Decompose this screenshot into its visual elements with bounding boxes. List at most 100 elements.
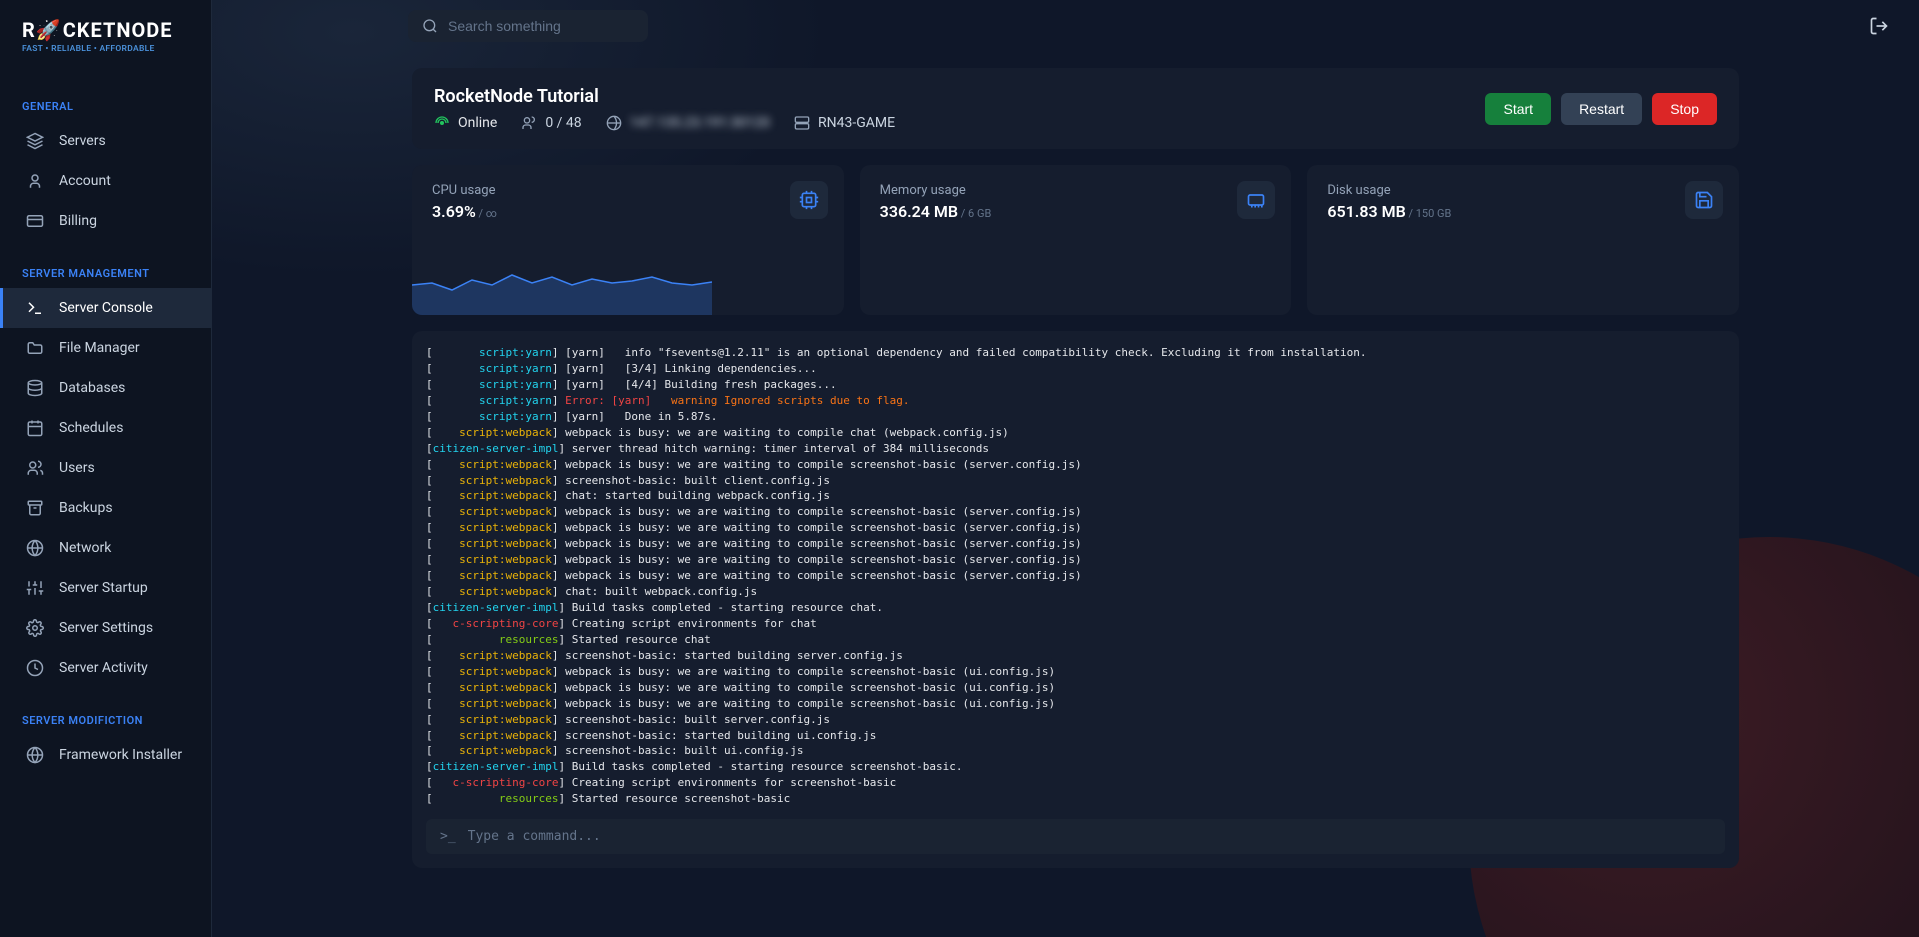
archive-icon [25, 498, 45, 518]
signal-icon [434, 115, 450, 131]
main: RocketNode Tutorial Online 0 / 48 147.13… [212, 0, 1919, 937]
console-input-wrap[interactable]: >_ [426, 819, 1725, 854]
console-line: [ c-scripting-core] Creating script envi… [426, 775, 1725, 791]
nav-heading-mgmt: SERVER MANAGEMENT [0, 259, 211, 288]
stat-value: 3.69% / ∞ [432, 202, 824, 221]
console-line: [ script:webpack] webpack is busy: we ar… [426, 696, 1725, 712]
console-line: [ script:webpack] webpack is busy: we ar… [426, 552, 1725, 568]
users-icon [521, 115, 537, 131]
console-line: [ script:webpack] webpack is busy: we ar… [426, 504, 1725, 520]
logout-button[interactable] [1863, 10, 1895, 42]
nav-label: File Manager [59, 340, 140, 356]
nav-label: Servers [59, 133, 106, 149]
console-output: [ script:yarn] [yarn] info "fsevents@1.2… [426, 345, 1725, 807]
search-box[interactable] [408, 10, 648, 42]
nav-label: Server Startup [59, 580, 148, 596]
console-card: [ script:yarn] [yarn] info "fsevents@1.2… [412, 331, 1739, 868]
database-icon [25, 378, 45, 398]
nav-label: Billing [59, 213, 97, 229]
package-icon [25, 745, 45, 765]
console-line: [ script:webpack] webpack is busy: we ar… [426, 520, 1725, 536]
sidebar-item-console[interactable]: Server Console [0, 288, 211, 328]
status-badge: Online [434, 115, 497, 131]
user-icon [25, 171, 45, 191]
sidebar-item-users[interactable]: Users [0, 448, 211, 488]
cpu-sparkline [412, 235, 712, 315]
console-line: [ resources] Started resource chat [426, 632, 1725, 648]
nav-label: Framework Installer [59, 747, 182, 763]
ip-address: 147.135.23.191:30120 [606, 115, 770, 131]
nav-label: Users [59, 460, 95, 476]
activity-icon [25, 658, 45, 678]
credit-card-icon [25, 211, 45, 231]
stat-label: Disk usage [1327, 183, 1719, 198]
players-count: 0 / 48 [521, 115, 581, 131]
sidebar-item-account[interactable]: Account [0, 161, 211, 201]
server-title: RocketNode Tutorial [434, 86, 1461, 107]
console-line: [ script:yarn] Error: [yarn] warning Ign… [426, 393, 1725, 409]
topbar [212, 0, 1919, 52]
content: RocketNode Tutorial Online 0 / 48 147.13… [212, 52, 1919, 937]
sidebar-item-network[interactable]: Network [0, 528, 211, 568]
nav-heading-mod: SERVER MODIFICTION [0, 706, 211, 735]
sidebar-item-settings[interactable]: Server Settings [0, 608, 211, 648]
sidebar-item-files[interactable]: File Manager [0, 328, 211, 368]
stat-value: 336.24 MB / 6 GB [880, 202, 1272, 221]
nav-label: Server Settings [59, 620, 153, 636]
stat-label: Memory usage [880, 183, 1272, 198]
console-line: [ script:webpack] webpack is busy: we ar… [426, 457, 1725, 473]
sidebar-item-activity[interactable]: Server Activity [0, 648, 211, 688]
console-line: [ script:webpack] chat: started building… [426, 488, 1725, 504]
sidebar-item-backups[interactable]: Backups [0, 488, 211, 528]
folder-icon [25, 338, 45, 358]
console-line: [ script:webpack] webpack is busy: we ar… [426, 664, 1725, 680]
memory-icon [1237, 181, 1275, 219]
console-line: [ script:webpack] webpack is busy: we ar… [426, 536, 1725, 552]
console-line: [ script:webpack] screenshot-basic: buil… [426, 743, 1725, 759]
console-line: [ script:webpack] screenshot-basic: star… [426, 648, 1725, 664]
sidebar-item-billing[interactable]: Billing [0, 201, 211, 241]
calendar-icon [25, 418, 45, 438]
sliders-icon [25, 578, 45, 598]
server-icon [794, 115, 810, 131]
console-command-input[interactable] [468, 829, 1711, 844]
console-line: [ script:webpack] webpack is busy: we ar… [426, 680, 1725, 696]
console-line: [ script:yarn] [yarn] Done in 5.87s. [426, 409, 1725, 425]
stat-value: 651.83 MB / 150 GB [1327, 202, 1719, 221]
memory-card: Memory usage 336.24 MB / 6 GB [860, 165, 1292, 315]
cpu-card: CPU usage 3.69% / ∞ [412, 165, 844, 315]
restart-button[interactable]: Restart [1561, 93, 1642, 125]
sidebar-item-schedules[interactable]: Schedules [0, 408, 211, 448]
sidebar: R🚀CKETNODE FAST • RELIABLE • AFFORDABLE … [0, 0, 212, 937]
start-button[interactable]: Start [1485, 93, 1551, 125]
prompt-icon: >_ [440, 829, 456, 844]
sidebar-item-databases[interactable]: Databases [0, 368, 211, 408]
logo: R🚀CKETNODE FAST • RELIABLE • AFFORDABLE [0, 18, 211, 74]
globe-icon [606, 115, 622, 131]
disk-icon [1685, 181, 1723, 219]
search-input[interactable] [448, 18, 634, 34]
nav-label: Network [59, 540, 111, 556]
sidebar-item-startup[interactable]: Server Startup [0, 568, 211, 608]
console-line: [ script:webpack] screenshot-basic: buil… [426, 712, 1725, 728]
layers-icon [25, 131, 45, 151]
nav-label: Databases [59, 380, 125, 396]
users-icon [25, 458, 45, 478]
sidebar-item-servers[interactable]: Servers [0, 121, 211, 161]
stat-label: CPU usage [432, 183, 824, 198]
console-line: [ script:yarn] [yarn] info "fsevents@1.2… [426, 345, 1725, 361]
nav-heading-general: GENERAL [0, 92, 211, 121]
nav-label: Account [59, 173, 111, 189]
console-line: [ resources] Started resource screenshot… [426, 791, 1725, 807]
console-line: [ script:webpack] screenshot-basic: star… [426, 728, 1725, 744]
nav-label: Schedules [59, 420, 123, 436]
stop-button[interactable]: Stop [1652, 93, 1717, 125]
console-line: [ script:webpack] webpack is busy: we ar… [426, 568, 1725, 584]
console-line: [ script:yarn] [yarn] [3/4] Linking depe… [426, 361, 1725, 377]
console-line: [ script:webpack] screenshot-basic: buil… [426, 473, 1725, 489]
console-line: [ c-scripting-core] Creating script envi… [426, 616, 1725, 632]
sidebar-item-framework[interactable]: Framework Installer [0, 735, 211, 775]
disk-card: Disk usage 651.83 MB / 150 GB [1307, 165, 1739, 315]
gear-icon [25, 618, 45, 638]
nav-label: Server Activity [59, 660, 148, 676]
